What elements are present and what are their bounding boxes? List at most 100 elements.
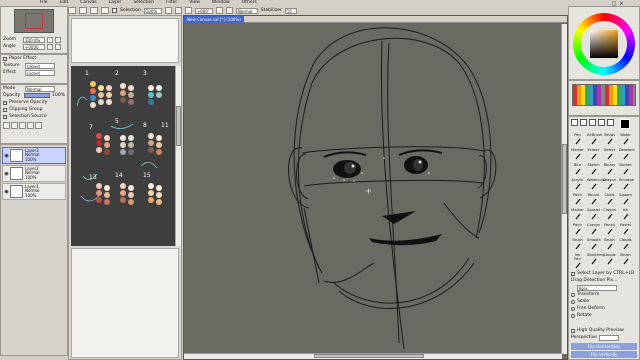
nav-angle-plus[interactable] <box>55 43 61 50</box>
tool-button[interactable]: Marker <box>571 148 584 163</box>
deselect-button[interactable] <box>90 7 98 14</box>
tool-button[interactable]: Brush <box>571 238 584 253</box>
flip-horizontal-button[interactable]: Flip Horizontally <box>571 343 637 350</box>
tool-button[interactable]: Smudge <box>619 178 634 193</box>
tool-button[interactable]: Water <box>619 133 632 148</box>
tool-button[interactable]: Paint <box>571 193 584 208</box>
select-layer-checkbox[interactable] <box>571 271 575 276</box>
rotate-right-button[interactable] <box>225 7 233 14</box>
free-deform-radio[interactable] <box>571 306 575 311</box>
tool-button[interactable]: Sketching <box>587 253 605 268</box>
undo-button[interactable] <box>68 7 76 14</box>
menu-file[interactable]: File <box>40 0 48 5</box>
rotate-left-button[interactable] <box>215 7 223 14</box>
tool-button[interactable]: Brush <box>603 133 616 148</box>
tool-button[interactable]: Square <box>619 193 632 208</box>
menu-window[interactable]: Window <box>212 0 230 5</box>
selection-checkbox[interactable] <box>112 8 117 13</box>
tool-button[interactable]: Bucket <box>619 163 632 178</box>
swatch-grid[interactable] <box>572 84 636 106</box>
effect-select[interactable]: (none) <box>25 69 55 76</box>
zoom-field[interactable]: 100% <box>143 7 162 14</box>
texture-select[interactable]: (none) <box>25 62 55 69</box>
rotate-radio[interactable] <box>571 313 575 318</box>
saturation-value-square[interactable] <box>590 30 618 58</box>
tool-button[interactable]: Ink <box>619 208 632 223</box>
tool-button[interactable]: Crayon <box>587 223 600 238</box>
perspective-field[interactable] <box>599 334 620 341</box>
drag-detection-select[interactable]: 8pix <box>577 284 617 291</box>
redo-button[interactable] <box>79 7 87 14</box>
nav-zoom-plus[interactable] <box>55 36 61 43</box>
menu-selection[interactable]: Selection <box>133 0 154 5</box>
canvas-hscrollbar[interactable] <box>184 353 562 359</box>
layer-item[interactable]: ◉ Layer3 Normal 100% <box>2 147 66 164</box>
zoom-in-button[interactable] <box>164 7 172 14</box>
tool-button[interactable]: Marker <box>571 208 584 223</box>
primary-color-swatch[interactable] <box>620 119 630 129</box>
tool-button[interactable]: Spread <box>587 208 600 223</box>
layer-item[interactable]: ◉ Layer2 Normal 100% <box>2 165 66 182</box>
opacity-slider[interactable] <box>23 93 51 98</box>
angle-field[interactable]: +000° <box>194 7 213 14</box>
tool-button[interactable]: Ink Pen <box>571 253 584 269</box>
canvas-tab[interactable]: New Canvas.sai [*] (100%) <box>184 16 244 23</box>
tool-button[interactable]: Deselect <box>619 148 635 163</box>
tool-button[interactable]: Watercolor <box>587 178 606 193</box>
eye-icon[interactable]: ◉ <box>3 171 10 177</box>
tool-button[interactable]: Chalk <box>603 193 616 208</box>
clipping-group-checkbox[interactable] <box>3 107 7 112</box>
menu-view[interactable]: View <box>189 0 200 5</box>
tool-button[interactable]: Pen <box>571 133 584 148</box>
move-tool-icon[interactable] <box>571 119 578 126</box>
tool-button[interactable]: Brush <box>603 238 616 253</box>
tool-button[interactable]: Sketch <box>587 163 600 178</box>
stabilizer-select[interactable]: 15 <box>284 7 297 14</box>
flip-vertical-button[interactable]: Flip Vertically <box>571 351 637 358</box>
tool-button[interactable]: Eraser <box>587 148 600 163</box>
hand-tool-icon[interactable] <box>598 119 605 126</box>
tool-button[interactable]: Crayon <box>603 178 616 193</box>
new-folder-button[interactable] <box>11 122 18 129</box>
navigator-preview[interactable] <box>14 9 54 33</box>
reference-image[interactable]: 1 2 3 5 7 8 13 14 15 11 <box>71 66 175 246</box>
menu-canvas[interactable]: Canvas <box>80 0 97 5</box>
menu-others[interactable]: Others <box>242 0 257 5</box>
merge-down-button[interactable] <box>19 122 26 129</box>
menu-layer[interactable]: Layer <box>109 0 122 5</box>
tool-button[interactable]: Round <box>587 193 600 208</box>
drawing-canvas[interactable] <box>184 23 567 349</box>
navigator-view-rect[interactable] <box>25 13 43 29</box>
color-wheel[interactable] <box>573 13 635 75</box>
tool-button[interactable]: AirBrush <box>587 133 602 148</box>
reference-scrollbar[interactable] <box>175 66 181 246</box>
zoom-reset-button[interactable] <box>184 7 192 14</box>
tool-button[interactable]: Select <box>603 148 616 163</box>
menu-filter[interactable]: Filter <box>166 0 177 5</box>
nav-zoom-minus[interactable] <box>47 36 53 43</box>
tool-button[interactable]: Smooth <box>587 238 601 253</box>
preserve-opacity-checkbox[interactable] <box>3 100 7 105</box>
transform-radio[interactable] <box>571 292 575 297</box>
tool-button[interactable]: Pencil <box>603 223 616 238</box>
scroll-thumb[interactable] <box>314 354 424 358</box>
tool-button[interactable]: Paint <box>571 223 584 238</box>
zoom-out-button[interactable] <box>174 7 182 14</box>
invert-button[interactable] <box>101 7 109 14</box>
tool-button[interactable]: Pastel <box>619 223 632 238</box>
nav-zoom-field[interactable]: 100.0% <box>23 36 45 43</box>
menu-edit[interactable]: Edit <box>60 0 69 5</box>
hq-preview-checkbox[interactable] <box>571 328 575 333</box>
eye-icon[interactable]: ◉ <box>3 189 10 195</box>
tool-button[interactable]: Crayon <box>603 208 616 223</box>
new-layer-button[interactable] <box>3 122 10 129</box>
scroll-thumb[interactable] <box>176 106 181 146</box>
tool-button[interactable]: Clouds <box>603 253 616 268</box>
nav-angle-field[interactable]: +0000 <box>23 43 45 50</box>
nav-angle-minus[interactable] <box>47 43 53 50</box>
zoom-tool-icon[interactable] <box>580 119 587 126</box>
tool-button[interactable]: Clouds <box>619 238 632 253</box>
selection-source-checkbox[interactable] <box>3 114 7 119</box>
tool-button[interactable]: Acrylic <box>571 178 584 193</box>
canvas-vscrollbar[interactable] <box>561 24 567 354</box>
